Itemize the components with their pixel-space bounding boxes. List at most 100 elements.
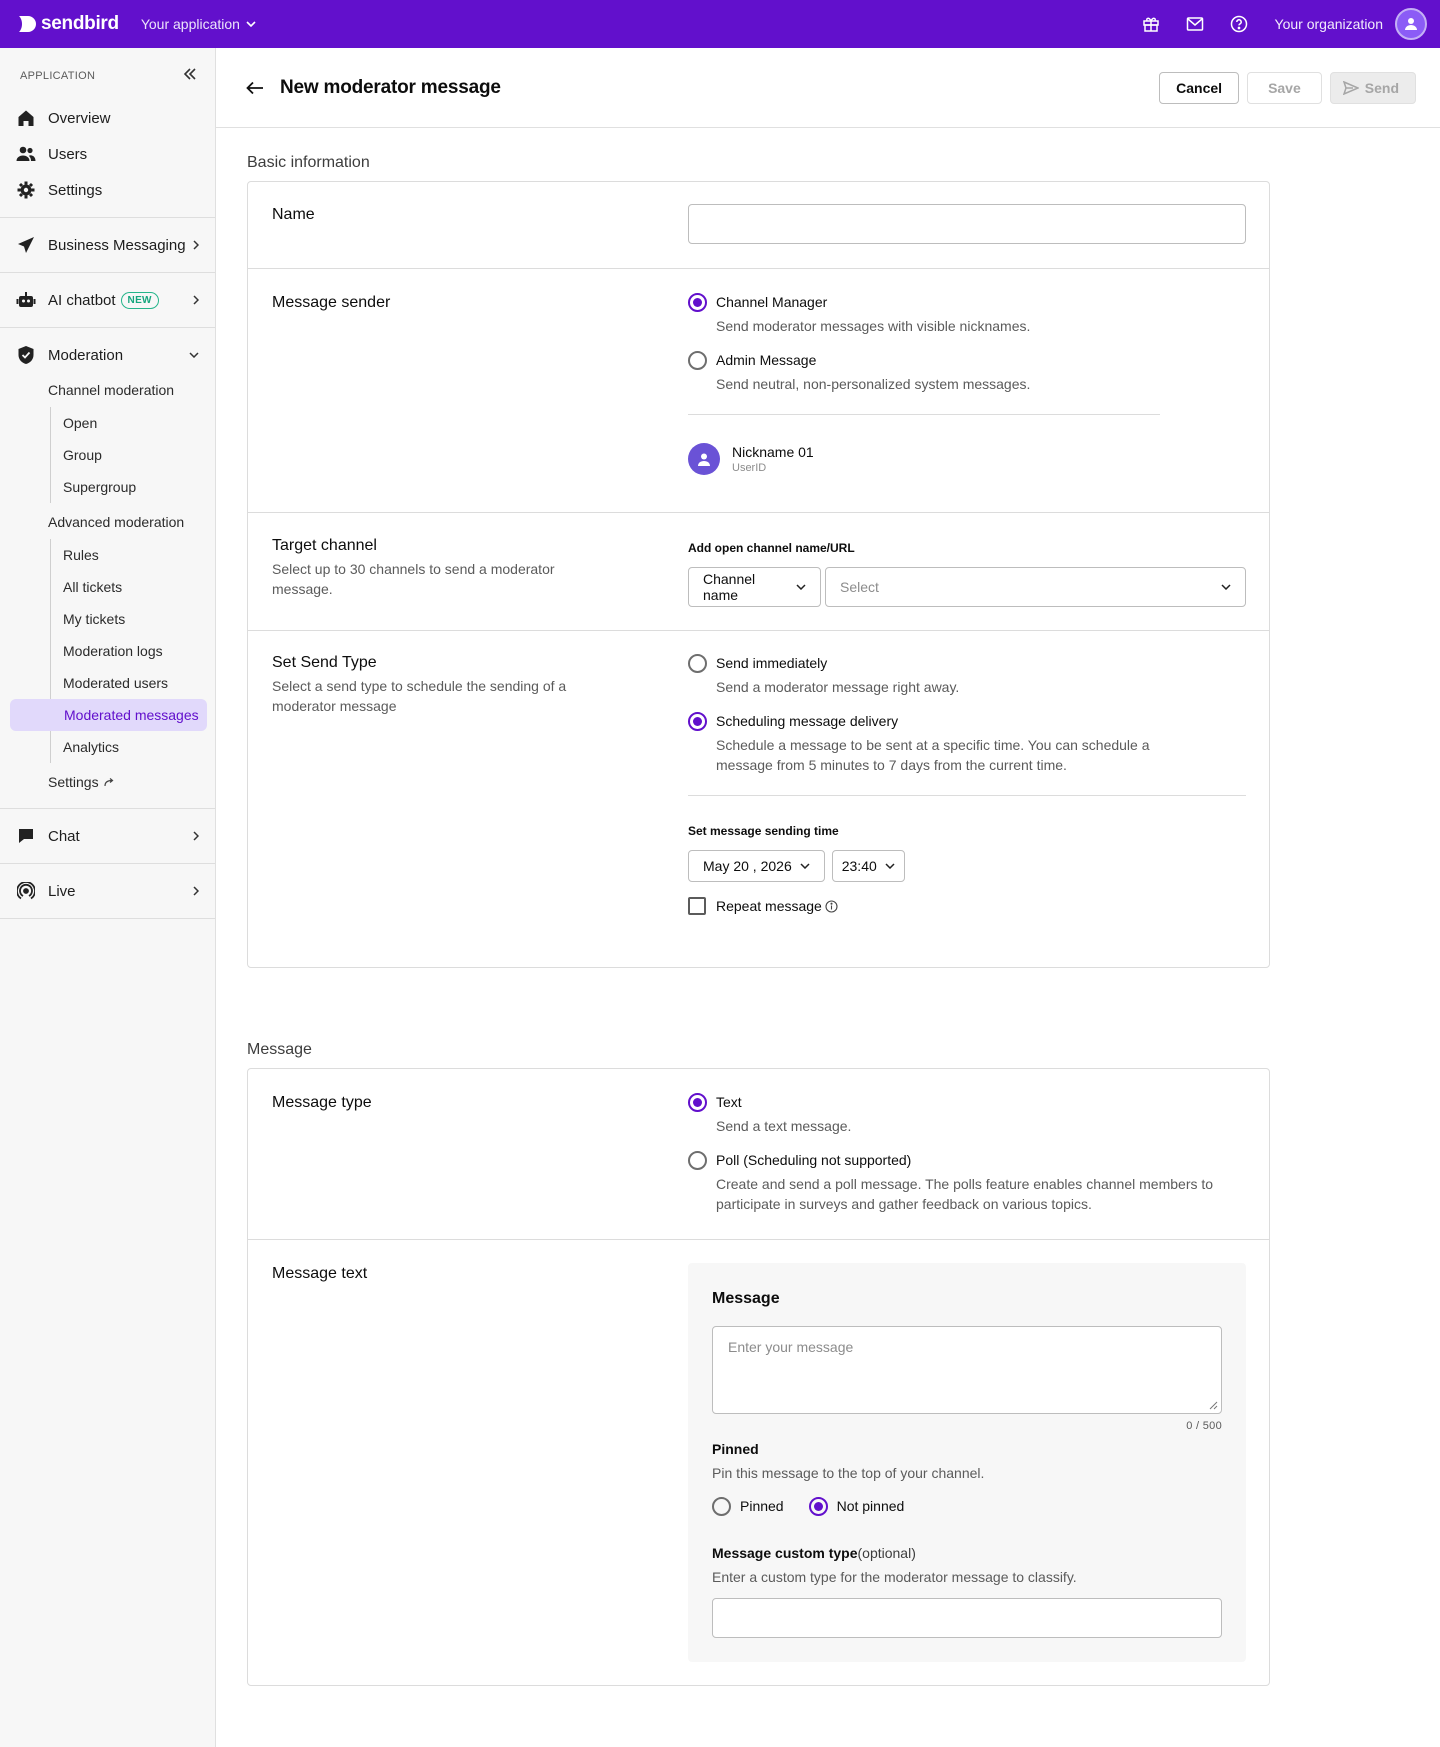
basic-information-card: Name Message sender Channel Manager Send… — [247, 181, 1270, 968]
sendbird-logo[interactable]: sendbird — [17, 13, 119, 35]
channel-type-select[interactable]: Channel name — [688, 567, 821, 607]
page-header: New moderator message Cancel Save Send — [216, 48, 1440, 128]
resize-handle-icon[interactable] — [1209, 1401, 1218, 1410]
sender-nickname: Nickname 01 — [732, 444, 814, 460]
pinned-option[interactable]: Pinned — [712, 1496, 784, 1516]
time-select[interactable]: 23:40 — [831, 850, 905, 882]
sidebar-item-business-messaging[interactable]: Business Messaging — [0, 227, 215, 263]
sending-time-label: Set message sending time — [688, 824, 839, 838]
sidebar-item-overview[interactable]: Overview — [0, 100, 215, 136]
sidebar-item-users[interactable]: Users — [0, 136, 215, 172]
radio-description: Send moderator messages with visible nic… — [716, 318, 1031, 334]
sidebar-divider — [0, 863, 215, 864]
radio-channel-manager[interactable] — [688, 293, 707, 312]
message-sender-label: Message sender — [272, 294, 391, 311]
sidebar-item-supergroup[interactable]: Supergroup — [51, 471, 215, 503]
sidebar-item-channel-moderation[interactable]: Channel moderation — [0, 373, 215, 407]
repeat-message-checkbox[interactable] — [688, 897, 706, 915]
name-input[interactable] — [688, 204, 1246, 244]
sidebar-item-live[interactable]: Live — [0, 873, 215, 909]
send-button[interactable]: Send — [1329, 71, 1416, 104]
gift-icon[interactable] — [1141, 14, 1161, 34]
cancel-button[interactable]: Cancel — [1159, 71, 1240, 104]
mail-icon[interactable] — [1185, 14, 1205, 34]
name-row: Name — [248, 182, 1269, 269]
type-option-text[interactable]: Text Send a text message. — [688, 1092, 1246, 1136]
info-icon[interactable] — [825, 899, 838, 913]
radio-label: Pinned — [740, 1498, 784, 1514]
not-pinned-option[interactable]: Not pinned — [808, 1496, 904, 1516]
date-select[interactable]: May 20 , 2026 — [688, 850, 825, 882]
sidebar-item-rules[interactable]: Rules — [51, 539, 215, 571]
radio-send-immediately[interactable] — [688, 654, 707, 673]
message-textarea[interactable]: Enter your message — [712, 1326, 1222, 1414]
sidebar-item-moderation-logs[interactable]: Moderation logs — [51, 635, 215, 667]
radio-text[interactable] — [688, 1093, 707, 1112]
logo-text: sendbird — [41, 13, 119, 34]
radio-description: Send a text message. — [716, 1118, 852, 1134]
custom-type-input[interactable] — [712, 1598, 1222, 1638]
sender-option-admin-message[interactable]: Admin Message Send neutral, non-personal… — [688, 350, 1246, 394]
top-bar: sendbird Your application Your organizat… — [0, 0, 1440, 48]
radio-admin-message[interactable] — [688, 351, 707, 370]
chevron-down-icon — [1221, 584, 1231, 590]
sidebar-item-all-tickets[interactable]: All tickets — [51, 571, 215, 603]
sender-option-channel-manager[interactable]: Channel Manager Send moderator messages … — [688, 292, 1246, 336]
sidebar-item-analytics[interactable]: Analytics — [51, 731, 215, 763]
new-badge: NEW — [120, 291, 159, 309]
send-type-label: Set Send Type — [272, 654, 377, 671]
back-arrow-icon[interactable] — [246, 77, 268, 99]
application-switcher[interactable]: Your application — [141, 16, 256, 32]
radio-label: Channel Manager — [716, 294, 828, 310]
sidebar-item-label: Moderated messages — [64, 707, 199, 723]
organization-name[interactable]: Your organization — [1275, 16, 1383, 32]
send-type-description: Select a send type to schedule the sendi… — [272, 678, 567, 714]
sidebar-item-open[interactable]: Open — [51, 407, 215, 439]
radio-scheduling[interactable] — [688, 712, 707, 731]
sidebar-item-chat[interactable]: Chat — [0, 818, 215, 854]
paper-plane-icon — [16, 235, 36, 255]
send-option-immediately[interactable]: Send immediately Send a moderator messag… — [688, 653, 1246, 697]
sidebar-item-label: Live — [48, 882, 76, 900]
user-avatar[interactable] — [1395, 8, 1427, 40]
divider — [688, 795, 1246, 796]
basic-information-heading: Basic information — [247, 154, 370, 171]
repeat-message-option[interactable]: Repeat message — [688, 897, 1246, 915]
message-heading: Message — [247, 1041, 312, 1058]
target-field-label: Add open channel name/URL — [688, 541, 855, 555]
application-name: Your application — [140, 16, 240, 32]
message-editor-panel: Message Enter your message 0 / 500 Pinne… — [688, 1263, 1246, 1662]
message-type-row: Message type Text Send a text message. P… — [248, 1069, 1269, 1240]
radio-not-pinned[interactable] — [808, 1497, 828, 1516]
radio-label: Poll (Scheduling not supported) — [716, 1152, 912, 1168]
chevron-down-icon — [800, 863, 810, 869]
collapse-sidebar-icon[interactable] — [183, 68, 197, 80]
sidebar-item-ai-chatbot[interactable]: AI chatbot NEW — [0, 282, 215, 318]
send-option-scheduling[interactable]: Scheduling message delivery Schedule a m… — [688, 711, 1246, 775]
sidebar-item-settings[interactable]: Settings — [0, 172, 215, 208]
sidebar-item-moderation-settings[interactable]: Settings — [0, 765, 215, 799]
sidebar-item-moderated-users[interactable]: Moderated users — [51, 667, 215, 699]
sidebar-divider — [0, 217, 215, 218]
home-icon — [16, 108, 36, 128]
select-value: 23:40 — [841, 858, 877, 874]
sidebar-item-group[interactable]: Group — [51, 439, 215, 471]
type-option-poll[interactable]: Poll (Scheduling not supported) Create a… — [688, 1150, 1246, 1214]
radio-label: Admin Message — [716, 352, 817, 368]
sidebar-item-my-tickets[interactable]: My tickets — [51, 603, 215, 635]
save-button[interactable]: Save — [1247, 71, 1322, 104]
sidebar-item-moderated-messages[interactable]: Moderated messages — [10, 699, 207, 731]
channel-select[interactable]: Select — [825, 567, 1246, 607]
help-icon[interactable] — [1229, 14, 1249, 34]
radio-description: Schedule a message to be sent at a speci… — [716, 737, 1150, 773]
sidebar-caption: APPLICATION — [20, 70, 96, 82]
sidebar-item-advanced-moderation[interactable]: Advanced moderation — [0, 505, 215, 539]
radio-poll[interactable] — [688, 1151, 707, 1170]
target-channel-description: Select up to 30 channels to send a moder… — [272, 561, 555, 597]
external-link-icon — [103, 777, 114, 786]
user-icon — [698, 453, 710, 466]
radio-pinned[interactable] — [712, 1497, 731, 1516]
message-text-row: Message text Message Enter your message … — [248, 1240, 1269, 1685]
sidebar-item-moderation[interactable]: Moderation — [0, 337, 215, 373]
sidebar-item-label: Chat — [48, 827, 80, 845]
